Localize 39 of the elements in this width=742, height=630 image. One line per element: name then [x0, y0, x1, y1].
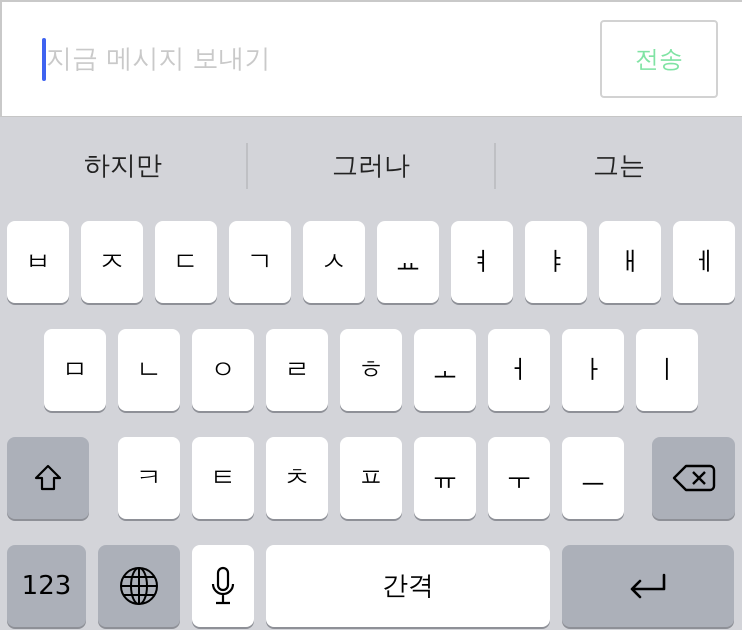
- letter-key[interactable]: ㄱ: [229, 221, 291, 303]
- letter-key[interactable]: ㅈ: [81, 221, 143, 303]
- microphone-icon: [210, 566, 236, 606]
- suggestion-item[interactable]: 하지만: [0, 146, 246, 186]
- letter-key[interactable]: ㅅ: [303, 221, 365, 303]
- letter-key[interactable]: ㄷ: [155, 221, 217, 303]
- letter-key[interactable]: ㅓ: [488, 329, 550, 411]
- letter-key[interactable]: ㅡ: [562, 437, 624, 519]
- letter-key[interactable]: ㅎ: [340, 329, 402, 411]
- letter-key[interactable]: ㅑ: [525, 221, 587, 303]
- letter-key[interactable]: ㅔ: [673, 221, 735, 303]
- return-icon: [628, 571, 668, 601]
- suggestion-item[interactable]: 그는: [496, 146, 742, 186]
- numbers-key[interactable]: 123: [7, 545, 86, 627]
- letter-key[interactable]: ㅂ: [7, 221, 69, 303]
- letter-key[interactable]: ㅁ: [44, 329, 106, 411]
- letter-key[interactable]: ㅜ: [488, 437, 550, 519]
- letter-key[interactable]: ㅐ: [599, 221, 661, 303]
- letter-key[interactable]: ㅛ: [377, 221, 439, 303]
- globe-key[interactable]: [98, 545, 180, 627]
- text-cursor: [42, 38, 46, 80]
- letter-key[interactable]: ㅣ: [636, 329, 698, 411]
- letter-key[interactable]: ㅇ: [192, 329, 254, 411]
- letter-key[interactable]: ㅌ: [192, 437, 254, 519]
- letter-key[interactable]: ㅕ: [451, 221, 513, 303]
- letter-key[interactable]: ㅊ: [266, 437, 328, 519]
- suggestion-item[interactable]: 그러나: [248, 146, 494, 186]
- microphone-key[interactable]: [192, 545, 254, 627]
- space-key[interactable]: 간격: [266, 545, 550, 627]
- shift-key[interactable]: [7, 437, 89, 519]
- backspace-key[interactable]: [652, 437, 735, 519]
- letter-key[interactable]: ㄴ: [118, 329, 180, 411]
- letter-key[interactable]: ㅗ: [414, 329, 476, 411]
- letter-key[interactable]: ㅏ: [562, 329, 624, 411]
- letter-key[interactable]: ㅠ: [414, 437, 476, 519]
- letter-key[interactable]: ㄹ: [266, 329, 328, 411]
- letter-key[interactable]: ㅍ: [340, 437, 402, 519]
- letter-key[interactable]: ㅋ: [118, 437, 180, 519]
- globe-icon: [119, 566, 159, 606]
